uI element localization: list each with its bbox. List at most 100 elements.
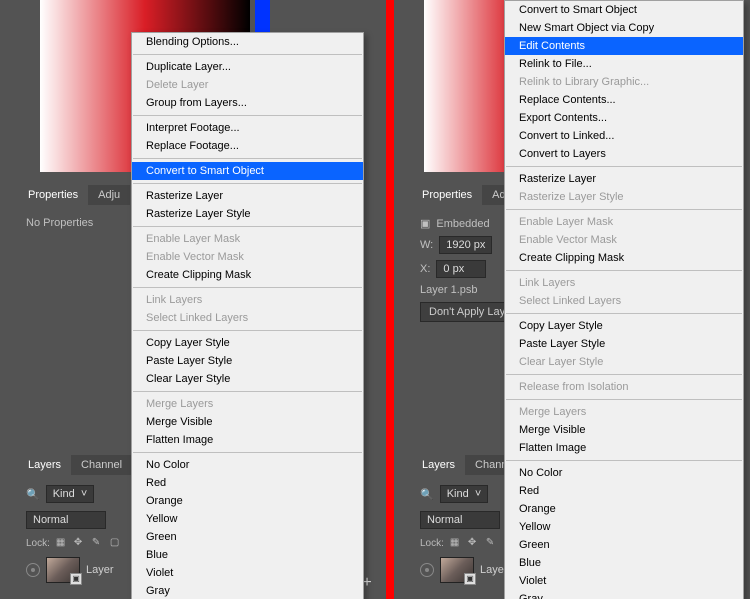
right_menu-item: Select Linked Layers	[505, 292, 743, 310]
left_menu-item[interactable]: Rasterize Layer Style	[132, 205, 363, 223]
lock-brush-icon[interactable]: ✎	[92, 537, 104, 549]
left_menu-item[interactable]: Green	[132, 528, 363, 546]
right_menu-item[interactable]: Export Contents...	[505, 109, 743, 127]
right_menu-item[interactable]: No Color	[505, 464, 743, 482]
x-field[interactable]: 0 px	[436, 260, 486, 278]
right_menu-item[interactable]: Convert to Layers	[505, 145, 743, 163]
context-menu-left[interactable]: Blending Options...Duplicate Layer...Del…	[131, 32, 364, 599]
left_menu-item[interactable]: Group from Layers...	[132, 94, 363, 112]
layer-thumbnail[interactable]: ▣	[440, 557, 474, 583]
right_menu-item[interactable]: Green	[505, 536, 743, 554]
right_menu-item[interactable]: Copy Layer Style	[505, 317, 743, 335]
layer-file-label: Layer 1.psb	[420, 284, 477, 296]
right_menu-item[interactable]: Orange	[505, 500, 743, 518]
right_menu-item[interactable]: Gray	[505, 590, 743, 599]
tab-adjustments[interactable]: Adju	[88, 185, 130, 205]
right_menu-item[interactable]: Paste Layer Style	[505, 335, 743, 353]
left_menu-item[interactable]: Blue	[132, 546, 363, 564]
left_menu-item: Merge Layers	[132, 395, 363, 413]
left_menu-item[interactable]: Blending Options...	[132, 33, 363, 51]
right_menu-item[interactable]: Create Clipping Mask	[505, 249, 743, 267]
right_menu-item[interactable]: Yellow	[505, 518, 743, 536]
left_menu-item[interactable]: Gray	[132, 582, 363, 599]
lock-brush-icon[interactable]: ✎	[486, 537, 498, 549]
left_menu-item[interactable]: Yellow	[132, 510, 363, 528]
tab-layers[interactable]: Layers	[18, 455, 71, 475]
right_menu-item[interactable]: Merge Visible	[505, 421, 743, 439]
right_menu-item[interactable]: Replace Contents...	[505, 91, 743, 109]
tab-properties[interactable]: Properties	[412, 185, 482, 205]
layer-visibility-icon[interactable]	[26, 563, 40, 577]
lock-label: Lock:	[420, 538, 444, 549]
tab-layers[interactable]: Layers	[412, 455, 465, 475]
left_menu-item[interactable]: Flatten Image	[132, 431, 363, 449]
right_menu-item[interactable]: Blue	[505, 554, 743, 572]
left_menu-item[interactable]: Replace Footage...	[132, 137, 363, 155]
embedded-label: Embedded	[436, 218, 489, 230]
left_menu-item[interactable]: Create Clipping Mask	[132, 266, 363, 284]
width-label: W:	[420, 239, 433, 251]
right_menu-item[interactable]: Rasterize Layer	[505, 170, 743, 188]
layers-filter-icon[interactable]: 🔍	[26, 488, 40, 501]
right_menu-item[interactable]: Convert to Smart Object	[505, 1, 743, 19]
right_menu-item[interactable]: Red	[505, 482, 743, 500]
left_menu-item: Link Layers	[132, 291, 363, 309]
smart-object-badge-icon: ▣	[464, 573, 476, 585]
menu-separator	[506, 270, 742, 271]
left_menu-item[interactable]: Convert to Smart Object	[132, 162, 363, 180]
right_menu-item: Relink to Library Graphic...	[505, 73, 743, 91]
layers-kind-select[interactable]: Kind ˅	[440, 485, 489, 503]
width-field[interactable]: 1920 px	[439, 236, 492, 254]
layers-kind-select[interactable]: Kind ˅	[46, 485, 95, 503]
context-menu-right[interactable]: Convert to Smart ObjectNew Smart Object …	[504, 0, 744, 599]
right_menu-item[interactable]: Flatten Image	[505, 439, 743, 457]
menu-separator	[506, 399, 742, 400]
tab-channels[interactable]: Channel	[71, 455, 132, 475]
layers-filter-icon[interactable]: 🔍	[420, 488, 434, 501]
left_menu-item[interactable]: Rasterize Layer	[132, 187, 363, 205]
right_menu-item: Enable Layer Mask	[505, 213, 743, 231]
lock-image-icon[interactable]: ▦	[450, 537, 462, 549]
right_menu-item[interactable]: Convert to Linked...	[505, 127, 743, 145]
left_menu-item[interactable]: Violet	[132, 564, 363, 582]
menu-separator	[133, 330, 362, 331]
blend-mode-select[interactable]: Normal	[26, 511, 106, 529]
left_menu-item[interactable]: Copy Layer Style	[132, 334, 363, 352]
left_menu-item[interactable]: Clear Layer Style	[132, 370, 363, 388]
left_menu-item[interactable]: Red	[132, 474, 363, 492]
right_menu-item: Merge Layers	[505, 403, 743, 421]
embedded-icon: ▣	[420, 217, 430, 230]
right_menu-item[interactable]: Edit Contents	[505, 37, 743, 55]
right_menu-item: Rasterize Layer Style	[505, 188, 743, 206]
menu-separator	[133, 54, 362, 55]
right_menu-item: Clear Layer Style	[505, 353, 743, 371]
left_menu-item[interactable]: Merge Visible	[132, 413, 363, 431]
lock-image-icon[interactable]: ▦	[56, 537, 68, 549]
layer-thumbnail[interactable]: ▣	[46, 557, 80, 583]
lock-position-icon[interactable]: ✥	[468, 537, 480, 549]
right_menu-item[interactable]: Violet	[505, 572, 743, 590]
left_menu-item[interactable]: Orange	[132, 492, 363, 510]
left_menu-item[interactable]: Interpret Footage...	[132, 119, 363, 137]
menu-separator	[133, 287, 362, 288]
tab-properties[interactable]: Properties	[18, 185, 88, 205]
layer-name[interactable]: Layer	[86, 564, 114, 576]
layer-visibility-icon[interactable]	[420, 563, 434, 577]
lock-all-icon[interactable]: ▢	[110, 537, 122, 549]
right_menu-item: Enable Vector Mask	[505, 231, 743, 249]
blend-mode-select[interactable]: Normal	[420, 511, 500, 529]
smart-object-badge-icon: ▣	[70, 573, 82, 585]
right_menu-item[interactable]: New Smart Object via Copy	[505, 19, 743, 37]
left_menu-item[interactable]: No Color	[132, 456, 363, 474]
lock-label: Lock:	[26, 538, 50, 549]
menu-separator	[133, 158, 362, 159]
menu-separator	[133, 115, 362, 116]
right_menu-item[interactable]: Relink to File...	[505, 55, 743, 73]
left_menu-item[interactable]: Paste Layer Style	[132, 352, 363, 370]
menu-separator	[506, 209, 742, 210]
left_menu-item[interactable]: Duplicate Layer...	[132, 58, 363, 76]
menu-separator	[133, 183, 362, 184]
lock-position-icon[interactable]: ✥	[74, 537, 86, 549]
left_menu-item: Enable Vector Mask	[132, 248, 363, 266]
comparison-separator	[386, 0, 394, 599]
